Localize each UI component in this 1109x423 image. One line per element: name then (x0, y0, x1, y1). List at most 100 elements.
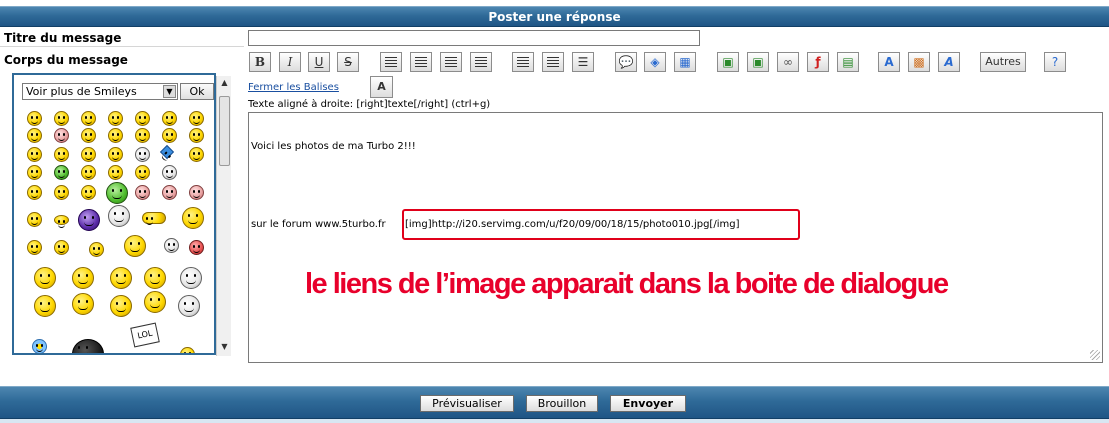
smiley-icon[interactable] (27, 165, 42, 180)
numbered-list-button[interactable] (542, 52, 564, 72)
align-right-button[interactable] (440, 52, 462, 72)
font-button[interactable]: A (878, 52, 900, 72)
quote-button[interactable]: 💬 (615, 52, 637, 72)
smiley-icon[interactable] (81, 128, 96, 143)
horizontal-rule-button[interactable]: ☰ (572, 52, 594, 72)
smiley-icon[interactable] (144, 267, 166, 289)
align-left-button[interactable] (380, 52, 402, 72)
scrollbar-thumb[interactable] (219, 96, 230, 166)
smiley-icon[interactable] (27, 212, 42, 227)
smiley-icon[interactable] (178, 295, 200, 317)
smiley-select[interactable]: Voir plus de Smileys ▼ (22, 83, 178, 100)
smiley-icon[interactable] (182, 207, 204, 229)
smiley-icon[interactable] (108, 111, 123, 126)
strike-button[interactable]: S (337, 52, 359, 72)
resize-grip[interactable] (1090, 350, 1100, 360)
flash-icon: ƒ (815, 55, 821, 69)
smiley-icon[interactable] (189, 128, 204, 143)
underline-button[interactable]: U (308, 52, 330, 72)
smiley-icon[interactable] (32, 339, 47, 353)
smiley-icon[interactable] (27, 128, 42, 143)
scroll-down-icon[interactable]: ▼ (217, 342, 232, 354)
smiley-icon[interactable] (54, 111, 69, 126)
justify-button[interactable] (470, 52, 492, 72)
title-input[interactable] (248, 30, 700, 46)
smiley-icon[interactable] (27, 111, 42, 126)
video-button[interactable]: ▤ (837, 52, 859, 72)
smiley-icon[interactable] (54, 185, 69, 200)
preview-button[interactable]: Prévisualiser (420, 395, 514, 412)
draft-button[interactable]: Brouillon (526, 395, 598, 412)
link-button[interactable]: ∞ (777, 52, 799, 72)
smiley-icon[interactable] (34, 267, 56, 289)
smiley-icon[interactable] (142, 212, 166, 225)
image-button[interactable]: ▣ (747, 52, 769, 72)
smiley-icon[interactable] (162, 128, 177, 143)
smiley-icon[interactable] (54, 128, 69, 143)
font-style-button[interactable]: A (938, 52, 960, 72)
smiley-icon[interactable] (180, 267, 202, 289)
smiley-icon[interactable] (81, 147, 96, 162)
smiley-icon[interactable] (72, 267, 94, 289)
smiley-icon[interactable] (72, 293, 94, 315)
smiley-icon[interactable] (180, 347, 195, 353)
message-textarea[interactable]: Voici les photos de ma Turbo 2!!! sur le… (248, 112, 1103, 363)
smiley-icon[interactable] (189, 240, 204, 255)
smiley-icon[interactable] (124, 235, 146, 257)
color-button[interactable]: ▩ (908, 52, 930, 72)
bullet-list-button[interactable] (512, 52, 534, 72)
smiley-icon[interactable] (164, 238, 179, 253)
smiley-icon[interactable] (89, 242, 104, 257)
smiley-icon[interactable] (81, 165, 96, 180)
smiley-icon[interactable] (106, 182, 128, 204)
smiley-icon[interactable] (162, 111, 177, 126)
code-icon: ◈ (650, 55, 660, 69)
send-button[interactable]: Envoyer (610, 395, 686, 412)
smiley-icon[interactable] (81, 111, 96, 126)
smiley-icon[interactable] (27, 240, 42, 255)
smiley-icon[interactable] (54, 147, 69, 162)
smiley-icon[interactable] (108, 128, 123, 143)
smiley-icon[interactable] (72, 339, 104, 353)
smiley-icon[interactable] (81, 185, 96, 200)
smiley-icon[interactable] (189, 111, 204, 126)
help-button[interactable]: ? (1044, 52, 1066, 72)
more-button[interactable]: Autres (980, 52, 1026, 72)
table-button[interactable]: ▦ (674, 52, 696, 72)
lol-sign-icon[interactable]: LOL (130, 322, 160, 348)
smiley-icon[interactable] (135, 185, 150, 200)
align-center-button[interactable] (410, 52, 432, 72)
smiley-icon[interactable] (54, 240, 69, 255)
smiley-icon[interactable] (162, 185, 177, 200)
smiley-icon[interactable] (78, 209, 100, 231)
smiley-icon[interactable] (108, 147, 123, 162)
close-tags-link[interactable]: Fermer les Balises (248, 82, 339, 93)
image-host-button[interactable]: ▣ (717, 52, 739, 72)
smiley-icon[interactable] (108, 205, 130, 227)
smiley-icon[interactable] (54, 165, 69, 180)
smiley-icon[interactable] (27, 147, 42, 162)
smiley-icon[interactable] (108, 165, 123, 180)
smiley-icon[interactable] (135, 111, 150, 126)
smiley-scrollbar[interactable]: ▲ ▼ (216, 76, 231, 356)
scroll-up-icon[interactable]: ▲ (217, 78, 232, 90)
bold-button[interactable]: B (249, 52, 271, 72)
smiley-icon[interactable] (189, 147, 204, 162)
smiley-icon[interactable] (34, 295, 56, 317)
smiley-icon[interactable] (27, 185, 42, 200)
italic-button[interactable]: I (279, 52, 301, 72)
star-icon[interactable] (159, 144, 175, 160)
smiley-icon[interactable] (135, 147, 150, 162)
smiley-ok-button[interactable]: Ok (180, 83, 214, 100)
smiley-icon[interactable] (135, 165, 150, 180)
smiley-icon[interactable] (135, 128, 150, 143)
smiley-icon[interactable] (144, 291, 166, 313)
font-size-button[interactable]: A (370, 76, 393, 98)
smiley-icon[interactable] (189, 185, 204, 200)
flash-button[interactable]: ƒ (807, 52, 829, 72)
smiley-icon[interactable] (162, 165, 177, 180)
smiley-icon[interactable] (110, 267, 132, 289)
smiley-icon[interactable] (54, 215, 69, 228)
code-button[interactable]: ◈ (644, 52, 666, 72)
smiley-icon[interactable] (110, 295, 132, 317)
